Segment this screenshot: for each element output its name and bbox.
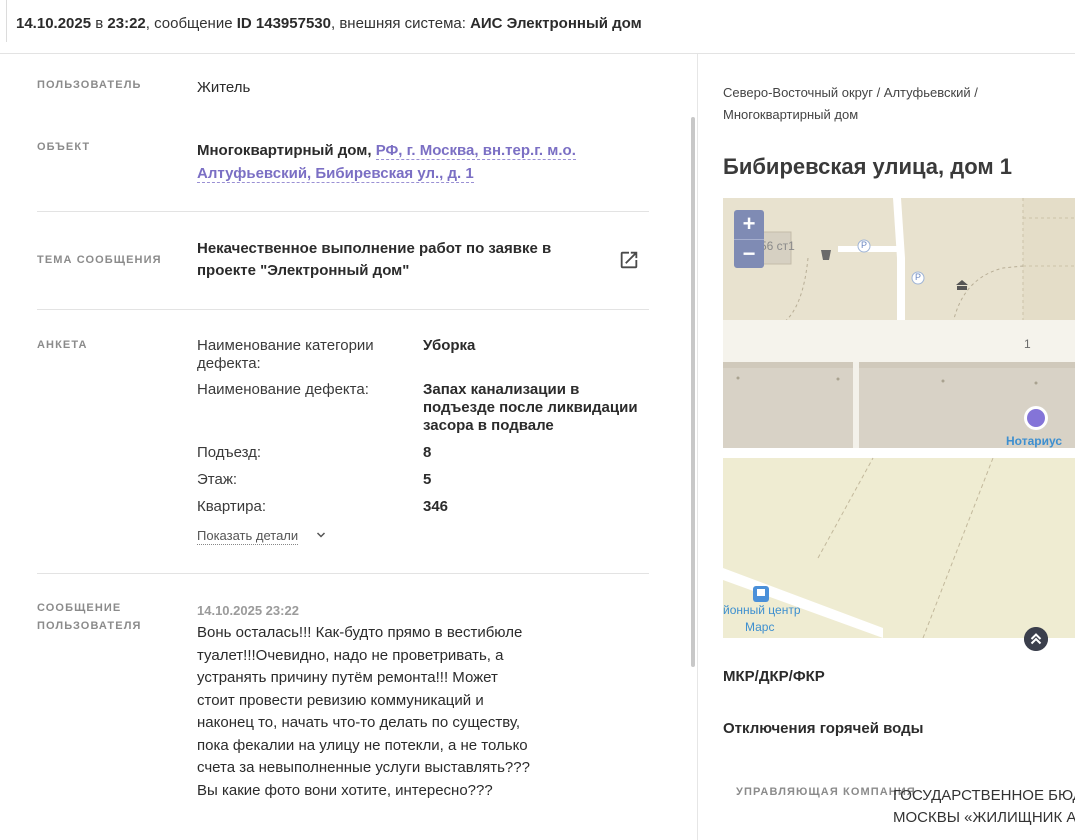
- header-in-word: в: [91, 15, 108, 32]
- object-type: Многоквартирный дом,: [197, 142, 376, 159]
- management-company-line: ГОСУДАРСТВЕННОЕ БЮДЖ: [893, 787, 1075, 804]
- header-system-prefix: , внешняя система:: [330, 15, 471, 32]
- management-company-value: ГОСУДАРСТВЕННОЕ БЮДЖ МОСКВЫ «ЖИЛИЩНИК А.: [893, 785, 1075, 829]
- topic-value: Некачественное выполнение работ по заявк…: [197, 240, 552, 279]
- external-link-icon[interactable]: [618, 249, 640, 271]
- section-separator: [37, 309, 649, 310]
- message-date: 14.10.2025 23:22: [197, 603, 299, 618]
- survey-answer: Уборка: [423, 337, 476, 354]
- section-separator: [37, 211, 649, 212]
- map-building-label: 56 ст1: [760, 239, 795, 253]
- survey-question: Наименование категории дефекта:: [197, 337, 374, 372]
- survey-answer: 8: [423, 444, 432, 461]
- message-header: 14.10.2025 в 23:22, сообщение ID 1439575…: [0, 0, 1075, 54]
- header-msg-prefix: , сообщение: [145, 15, 237, 32]
- section-separator: [37, 573, 649, 574]
- breadcrumb: Северо-Восточный округ / Алтуфьевский / …: [723, 85, 978, 122]
- parking-label: P: [861, 240, 868, 250]
- topic-label: Тема сообщения: [37, 254, 162, 266]
- message-label: Сообщение пользователя: [37, 602, 142, 632]
- survey-question: Этаж:: [197, 471, 238, 488]
- building-map[interactable]: 56 ст1 P P 1 Нотариус йонный центр Марс …: [723, 198, 1075, 638]
- message-text: Вонь осталась!!! Как-будто прямо в вести…: [197, 624, 530, 799]
- header-external-system: АИС Электронный дом: [470, 15, 642, 32]
- map-mars-label: Марс: [745, 620, 775, 634]
- zoom-in-button[interactable]: +: [734, 210, 764, 239]
- survey-answer: 346: [423, 498, 449, 515]
- left-panel-scrollbar[interactable]: [691, 117, 695, 667]
- map-house-number: 1: [1024, 337, 1031, 351]
- map-notary-label: Нотариус: [1006, 434, 1063, 448]
- header-time: 23:22: [107, 15, 146, 32]
- management-company-line: МОСКВЫ «ЖИЛИЩНИК А.: [893, 809, 1075, 826]
- map-canvas: [723, 198, 1075, 638]
- hot-water-section-heading[interactable]: Отключения горячей воды: [723, 720, 923, 737]
- user-value: Житель: [197, 79, 251, 96]
- survey-answer: Запах канализации в подъезде после ликви…: [423, 381, 638, 434]
- header-date: 14.10.2025: [16, 15, 92, 32]
- survey-label: Анкета: [37, 339, 88, 351]
- header-edge-divider: [6, 0, 7, 42]
- survey-question: Квартира:: [197, 498, 266, 515]
- survey-answer: 5: [423, 471, 432, 488]
- expand-map-icon[interactable]: [1024, 627, 1048, 651]
- panel-divider: [697, 54, 698, 840]
- building-address-title: Бибиревская улица, дом 1: [723, 154, 1012, 179]
- management-company-label: Управляющая компания: [736, 786, 916, 798]
- object-label: Объект: [37, 141, 91, 153]
- map-zoom-control: + −: [734, 210, 764, 268]
- map-center-label: йонный центр: [723, 603, 801, 617]
- object-value: Многоквартирный дом, РФ, г. Москва, вн.т…: [197, 139, 597, 185]
- survey-question: Подъезд:: [197, 444, 262, 461]
- header-message-id: ID 143957530: [236, 15, 331, 32]
- header-title: 14.10.2025 в 23:22, сообщение ID 1439575…: [16, 15, 642, 32]
- chevron-down-icon[interactable]: [316, 530, 326, 540]
- zoom-out-button[interactable]: −: [734, 240, 764, 269]
- show-details-link[interactable]: Показать детали: [197, 528, 299, 545]
- survey-question: Наименование дефекта:: [197, 381, 369, 398]
- user-label: Пользователь: [37, 79, 142, 91]
- parking-label: P: [915, 272, 922, 282]
- mkr-section-heading[interactable]: МКР/ДКР/ФКР: [723, 668, 825, 685]
